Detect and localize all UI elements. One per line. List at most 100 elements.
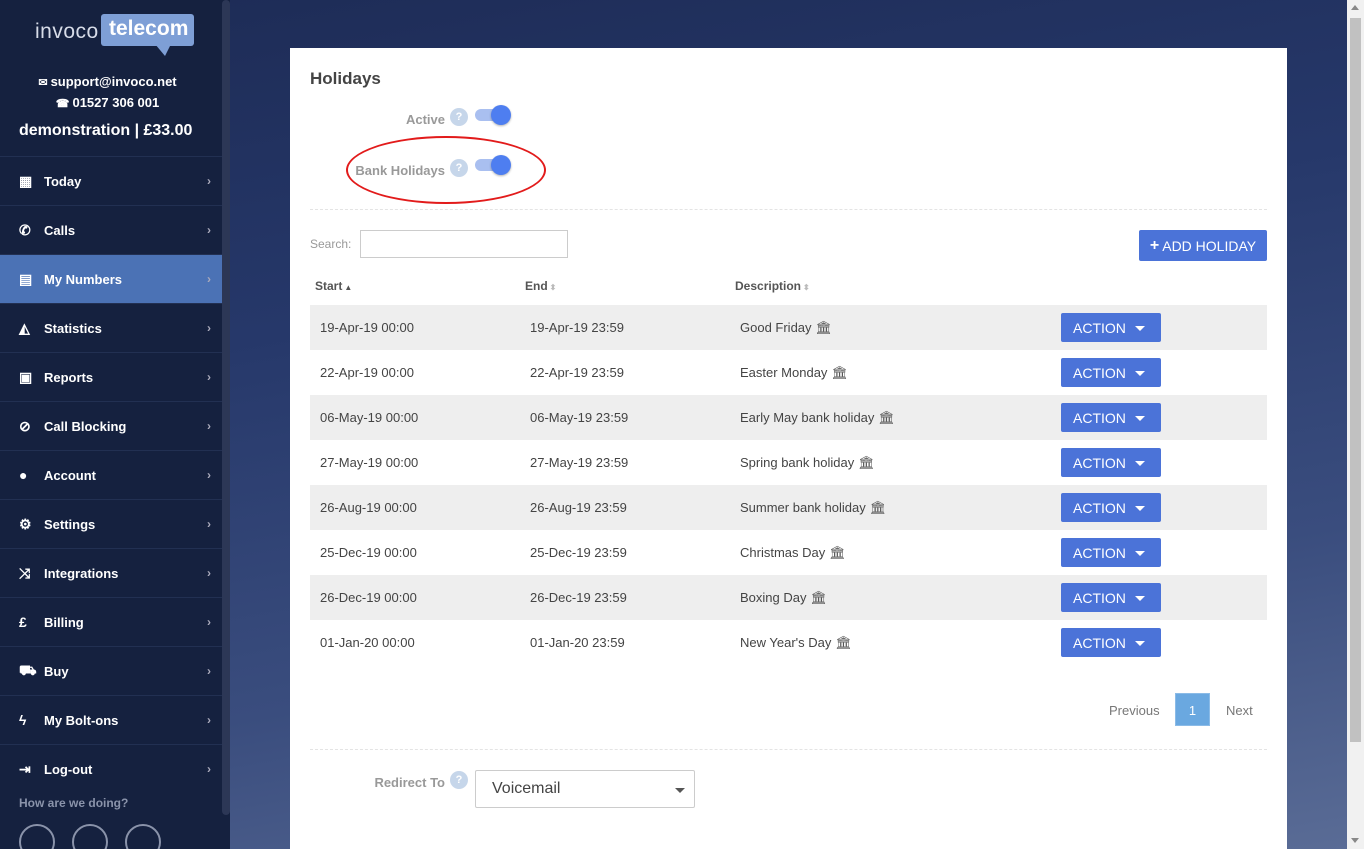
bank-icon: 🏛 [878,410,895,425]
holidays-panel: Holidays Active ? Bank Holidays ? Search… [290,48,1287,849]
chevron-right-icon: › [207,615,211,629]
start-cell: 26-Aug-19 00:00 [320,500,417,515]
action-button[interactable]: ACTION [1061,628,1161,657]
sidebar-item-my-numbers[interactable]: ▤ My Numbers › [0,254,230,303]
active-toggle-knob [491,105,511,125]
numbers-icon: ▤ [19,270,33,287]
contact-email-row: ✉ support@invoco.net [0,72,215,93]
active-toggle[interactable] [475,105,511,125]
redirect-help-icon[interactable]: ? [450,771,468,789]
search-input[interactable] [360,230,568,258]
action-button[interactable]: ACTION [1061,583,1161,612]
bank-icon: 🏛 [869,500,887,515]
happy-face-icon[interactable] [19,824,55,849]
caret-down-icon [1135,326,1145,331]
action-button[interactable]: ACTION [1061,493,1161,522]
ban-icon: ⊘ [19,417,31,434]
add-holiday-button[interactable]: + ADD HOLIDAY [1139,230,1267,261]
pagination-previous[interactable]: Previous [1109,703,1160,718]
caret-down-icon [1135,416,1145,421]
chevron-right-icon: › [207,664,211,678]
bank-icon: 🏛 [810,590,827,605]
chevron-right-icon: › [207,713,211,727]
sad-face-icon[interactable] [125,824,161,849]
bank-icon: 🏛 [831,365,848,380]
sidebar-item-label: Account [44,467,96,483]
sidebar-item-label: Call Blocking [44,418,127,434]
caret-down-icon [1135,371,1145,376]
sidebar-item-statistics[interactable]: ◭ Statistics › [0,303,230,352]
action-button[interactable]: ACTION [1061,358,1161,387]
support-email[interactable]: support@invoco.net [51,74,177,89]
support-phone: 01527 306 001 [72,95,160,110]
newspaper-icon: ▣ [19,368,33,385]
sidebar-item-settings[interactable]: ⚙ Settings › [0,499,230,548]
neutral-face-icon[interactable] [72,824,108,849]
sidebar-item-calls[interactable]: ✆ Calls › [0,205,230,254]
chevron-right-icon: › [207,517,211,531]
feedback-faces [19,824,161,849]
chevron-right-icon: › [207,174,211,188]
caret-down-icon [1135,641,1145,646]
description-text: Christmas Day [740,545,826,560]
sidebar-item-label: Settings [44,516,96,532]
column-header-start[interactable]: Start ▲ [315,279,352,293]
action-button[interactable]: ACTION [1061,313,1161,342]
sort-icon: ⬍ [549,283,557,292]
action-button[interactable]: ACTION [1061,403,1161,432]
pound-icon: £ [19,614,27,630]
sidebar-item-label: Integrations [44,565,119,581]
active-label: Active [405,112,445,127]
table-row: 22-Apr-19 00:00 22-Apr-19 23:59 Easter Mon… [310,350,1267,395]
column-header-end[interactable]: End ⬍ [525,279,556,293]
sidebar-item-call-blocking[interactable]: ⊘ Call Blocking › [0,401,230,450]
sidebar-item-reports[interactable]: ▣ Reports › [0,352,230,401]
sidebar-nav: ▦ Today › ✆ Calls › ▤ My Numbers › ◭ Statistics › ▣ R… [0,156,230,793]
chevron-right-icon: › [207,419,211,433]
bank-icon: 🏛 [815,320,833,335]
action-button[interactable]: ACTION [1061,538,1161,567]
scroll-up-arrow-icon[interactable] [1351,5,1359,10]
end-cell: 26-Dec-19 23:59 [530,590,627,605]
active-help-icon[interactable]: ? [450,108,468,126]
sidebar-item-log-out[interactable]: ⇥ Log-out › [0,744,230,793]
scroll-thumb[interactable] [1350,18,1361,742]
scroll-down-arrow-icon[interactable] [1351,838,1359,843]
column-end-label: End [525,279,548,293]
logo-text-invoco: invoco [35,20,99,43]
end-cell: 25-Dec-19 23:59 [530,545,627,560]
redirect-select[interactable]: Voicemail [475,770,695,808]
action-label: ACTION [1073,319,1126,336]
action-label: ACTION [1073,364,1126,381]
add-holiday-label: ADD HOLIDAY [1162,237,1257,254]
sidebar-item-buy[interactable]: ⛟ Buy › [0,646,230,695]
chevron-right-icon: › [207,566,211,580]
sidebar-item-integrations[interactable]: ⤨ Integrations › [0,548,230,597]
description-cell: Good Friday 🏛 [740,320,832,336]
description-text: Good Friday [740,320,812,335]
sidebar-item-billing[interactable]: £ Billing › [0,597,230,646]
sidebar-item-account[interactable]: ● Account › [0,450,230,499]
action-button[interactable]: ACTION [1061,448,1161,477]
sidebar-item-my-bolt-ons[interactable]: ϟ My Bolt-ons › [0,695,230,744]
dropdown-caret-icon [675,788,685,793]
pagination-page-1[interactable]: 1 [1175,693,1210,726]
phone-icon: ✆ [19,221,31,238]
redirect-to-label: Redirect To [374,775,445,790]
description-text: Summer bank holiday [740,500,866,515]
sidebar-item-today[interactable]: ▦ Today › [0,156,230,205]
column-header-description[interactable]: Description ⬍ [735,279,810,293]
bank-icon: 🏛 [835,635,852,650]
end-cell: 01-Jan-20 23:59 [530,635,625,650]
start-cell: 22-Apr-19 00:00 [320,365,414,380]
invoco-telecom-logo[interactable]: invoco telecom [35,14,195,60]
table-row: 01-Jan-20 00:00 01-Jan-20 23:59 New Year's… [310,620,1267,665]
logo-speech-tail [155,44,171,56]
highlight-ellipse [346,136,546,204]
pagination-next[interactable]: Next [1226,703,1253,718]
sign-out-icon: ⇥ [19,760,31,777]
page-scrollbar[interactable] [1347,0,1364,849]
holidays-table: 19-Apr-19 00:00 19-Apr-19 23:59 Good Frida… [310,305,1267,665]
end-cell: 06-May-19 23:59 [530,410,629,425]
sidebar-scrollbar[interactable] [222,0,230,815]
